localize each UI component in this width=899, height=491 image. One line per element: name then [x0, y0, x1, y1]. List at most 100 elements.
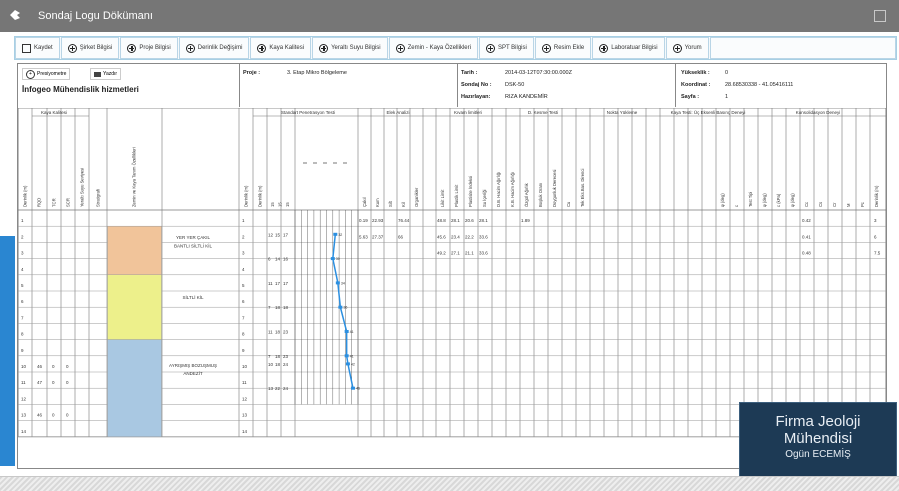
project-box: Proje : 3. Etap Mikro Bölgeleme	[239, 64, 458, 107]
consolidation-depth-value: 7.5	[874, 251, 881, 256]
borehole-no-value: DSK-50	[505, 82, 525, 88]
elek-value: 66	[398, 234, 404, 239]
spt-blow-2: 18	[275, 330, 281, 335]
spt-blow-1: 7	[268, 305, 271, 310]
kivam-column-header: K.B. Hacim Ağırlığı	[510, 172, 515, 207]
spt-blow-2: 22	[275, 386, 281, 391]
consolidation-depth-value: 6	[874, 234, 877, 239]
right-column-header: Cr	[832, 202, 837, 207]
depth-label-2: 3	[242, 251, 245, 256]
company-logo-panel: Firma Jeoloji Mühendisi Ogün ECEMİŞ	[739, 402, 897, 480]
scr-value: 0	[66, 364, 69, 369]
right-column-header: M	[846, 203, 851, 207]
toolbar-button-yeraltı-suyu-bilgisi[interactable]: Yeraltı Suyu Bilgisi	[312, 37, 388, 59]
kivam-value: 33.6	[479, 251, 488, 256]
toolbar-button-kaydet[interactable]: Kaydet	[15, 37, 60, 59]
print-button[interactable]: Yazdır	[90, 68, 122, 80]
elevation-label: Yükseklik :	[681, 70, 710, 76]
window-title: Sondaj Logu Dökümanı	[38, 10, 153, 22]
tcr-value: 0	[52, 413, 55, 418]
spt-n-value: 36	[343, 306, 347, 310]
scr-value: 0	[66, 380, 69, 385]
depth-label-2: 9	[242, 348, 245, 353]
layer-description: YER YER ÇAKIL	[176, 235, 210, 240]
kesme-column-header: Boşluk Oranı	[538, 183, 543, 207]
spt-point	[333, 232, 338, 236]
kivam-value: 23.4	[451, 234, 460, 239]
spt-blow-3: 23	[283, 354, 289, 359]
column-header: RQD	[37, 198, 42, 207]
toolbar-button-laboratuar-bilgisi[interactable]: Laboratuar Bilgisi	[592, 37, 665, 59]
spt-point	[330, 257, 335, 261]
consolidation-cc-value: 0.41	[802, 234, 811, 239]
plus-circle-icon	[672, 43, 682, 53]
horizontal-scrollbar[interactable]	[0, 476, 899, 491]
kivam-value: 27.1	[451, 251, 460, 256]
group-spt: Standart Penetrasyon Testi	[281, 110, 335, 115]
toolbar-button-spt-bilgisi[interactable]: SPT Bilgisi	[478, 37, 534, 59]
rqd-value: 46	[37, 364, 43, 369]
column-header: Derinlik (m)	[258, 185, 263, 207]
spt-point	[350, 386, 355, 390]
spt-blow-1: 6	[268, 257, 271, 262]
spt-n-value: 42	[351, 362, 355, 366]
toolbar-button-yorum[interactable]: Yorum	[665, 37, 709, 59]
depth-label: 10	[21, 364, 27, 369]
project-value: 3. Etap Mikro Bölgeleme	[287, 70, 347, 76]
elek-column-header: Kum	[375, 198, 380, 207]
toolbar-button-label: Yeraltı Suyu Bilgisi	[331, 45, 381, 51]
kivam-column-header: Plastisite İndeksi	[468, 176, 473, 207]
right-column-header: Test Tipi	[748, 192, 753, 207]
spt-blow-3: 23	[283, 330, 289, 335]
spt-blow-1: 10	[268, 362, 274, 367]
kivam-value: 20.6	[465, 218, 474, 223]
plus-circle-icon: +	[26, 69, 35, 79]
tcr-value: 0	[52, 364, 55, 369]
right-column-header: φ (deg)	[762, 193, 767, 207]
toolbar-button-resim-ekle[interactable]: Resim Ekle	[534, 37, 592, 59]
column-header: Derinlik (m)	[23, 185, 28, 207]
date-label: Tarih :	[461, 70, 478, 76]
kivam-column-header: Plastik Limit	[454, 184, 459, 207]
toolbar-button-derinlik-değişimi[interactable]: Derinlik Değişimi	[178, 37, 250, 59]
column-header: SCR	[66, 198, 71, 207]
toolbar-button-zemin-kaya-özellikleri[interactable]: Zemin - Kaya Özellikleri	[388, 37, 478, 59]
kesme-column-header: Cu	[566, 201, 571, 207]
elek-value: 0.19	[359, 218, 368, 223]
toolbar-button-label: SPT Bilgisi	[497, 45, 527, 51]
depth-label-2: 13	[242, 413, 248, 418]
right-column-header: c	[734, 205, 739, 207]
rqd-value: 47	[37, 380, 43, 385]
spt-n-value: 32	[338, 233, 342, 237]
spt-blow-2: 17	[275, 281, 281, 286]
toolbar-button-şirket-bilgisi[interactable]: Şirket Bilgisi	[60, 37, 120, 59]
maximize-button[interactable]	[874, 10, 886, 22]
kivam-value: 45.6	[437, 234, 446, 239]
toolbar-button-label: Proje Bilgisi	[139, 45, 171, 51]
company-name: İnfogeo Mühendislik hizmetleri	[22, 85, 139, 94]
depth-label-2: 4	[242, 267, 245, 272]
column-header: Yeraltı Suyu Seviyesi	[80, 168, 85, 207]
kivam-value: 48.8	[437, 218, 446, 223]
toolbar-button-kaya-kalitesi[interactable]: Kaya Kalitesi	[250, 37, 312, 59]
consolidation-depth-value: 3	[874, 218, 877, 223]
toolbar-button-proje-bilgisi[interactable]: Proje Bilgisi	[120, 37, 178, 59]
prepared-by-value: RIZA KANDEMİR	[505, 94, 548, 100]
elek-value: 22.93	[372, 218, 384, 223]
presiyometre-button[interactable]: + Presiyometre	[22, 68, 71, 80]
app-logo-icon	[10, 10, 20, 20]
depth-label: 8	[21, 332, 24, 337]
right-column-header: Cc	[804, 202, 809, 207]
spt-blow-1: 11	[268, 330, 273, 335]
plus-circle-icon	[599, 43, 609, 53]
spt-blow-3: 16	[283, 257, 289, 262]
toolbar-button-label: Kaya Kalitesi	[269, 45, 305, 51]
plus-circle-icon	[541, 43, 551, 53]
column-header: Derinlik (m)	[244, 185, 249, 207]
depth-label: 6	[21, 299, 24, 304]
coordinate-value: 28.68530338 - 41.05416111	[725, 82, 794, 88]
spt-n-value: 46	[356, 387, 360, 391]
toolbar-button-label: Kaydet	[34, 45, 53, 51]
consolidation-cc-value: 0.42	[802, 218, 811, 223]
plus-circle-icon	[257, 43, 267, 53]
